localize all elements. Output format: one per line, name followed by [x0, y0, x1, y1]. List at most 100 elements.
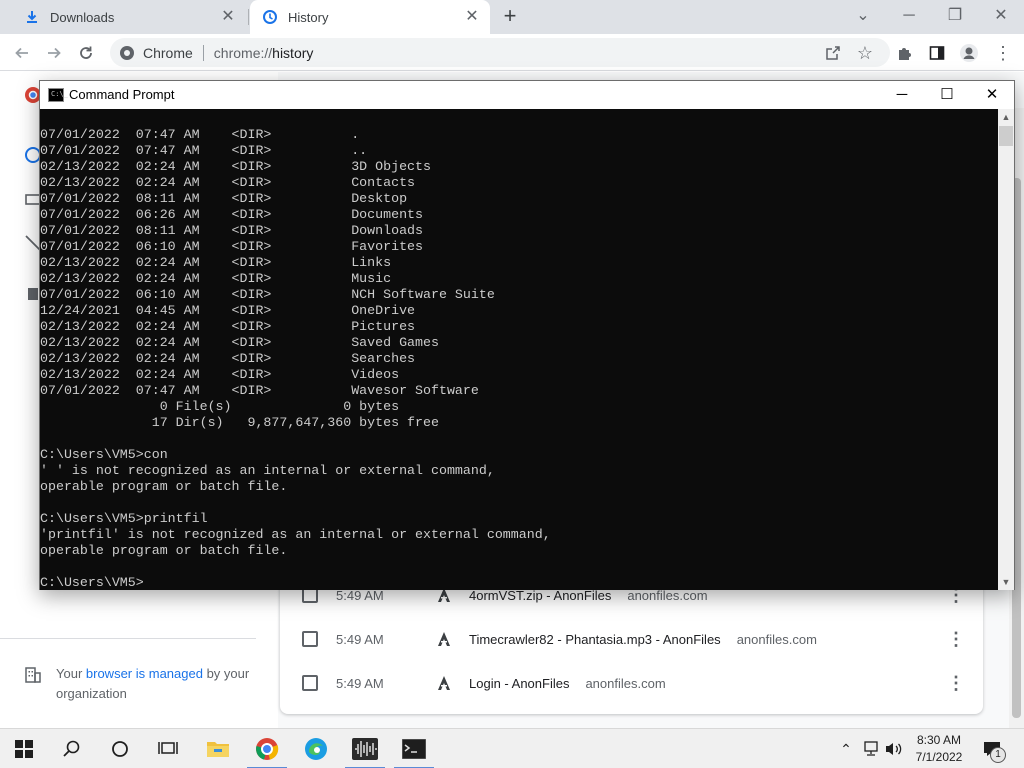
console-line: 0 File(s) 0 bytes: [40, 399, 400, 414]
chevron-up-icon[interactable]: ⌃: [836, 739, 856, 759]
address-bar[interactable]: Chrome chrome:// history: [110, 38, 890, 67]
console-line: 02/13/2022 02:24 AM <DIR> Contacts: [40, 175, 416, 190]
managed-browser-link[interactable]: browser is managed: [86, 666, 203, 681]
scroll-down-arrow-icon[interactable]: ▼: [998, 574, 1014, 590]
history-list-card: 5:49 AM 4ormVST.zip - AnonFiles anonfiles…: [280, 572, 983, 714]
file-explorer-icon[interactable]: [194, 729, 242, 768]
url-scheme: chrome://: [213, 44, 273, 61]
console-line: C:\Users\VM5>printfil: [40, 511, 208, 526]
console-line: 02/13/2022 02:24 AM <DIR> Searches: [40, 351, 416, 366]
history-entry[interactable]: 5:49 AM Timecrawler82 - Phantasia.mp3 - …: [280, 617, 983, 661]
console-line: ' ' is not recognized as an internal or …: [40, 463, 495, 478]
cmd-scroll-thumb[interactable]: [999, 126, 1013, 146]
entry-time: 5:49 AM: [336, 631, 384, 647]
task-view-icon[interactable]: [144, 729, 192, 768]
cmd-maximize-button[interactable]: ☐: [924, 81, 970, 109]
cmd-close-button[interactable]: ✕: [969, 81, 1015, 109]
notification-count-badge: 1: [990, 747, 1006, 763]
search-icon[interactable]: [48, 729, 96, 768]
console-output[interactable]: 07/01/2022 07:47 AM <DIR> . 07/01/2022 07…: [40, 109, 998, 590]
entry-more-icon[interactable]: ⋮: [947, 673, 965, 693]
console-line: C:\Users\VM5>con: [40, 447, 168, 462]
more-menu-icon[interactable]: ⋮: [990, 40, 1016, 66]
console-line: 07/01/2022 07:47 AM <DIR> .: [40, 127, 360, 142]
console-line: 02/13/2022 02:24 AM <DIR> Saved Games: [40, 335, 439, 350]
windows-taskbar: ⌃ 8:30 AM 7/1/2022 1: [0, 728, 1024, 768]
network-icon[interactable]: [862, 739, 882, 759]
anonfiles-favicon-icon: [438, 676, 450, 690]
console-line: 07/01/2022 08:11 AM <DIR> Downloads: [40, 223, 424, 238]
download-icon: [24, 9, 40, 25]
cmd-taskbar-icon[interactable]: [390, 729, 438, 768]
entry-time: 5:49 AM: [336, 675, 384, 691]
tab-downloads[interactable]: Downloads ✕: [10, 0, 246, 34]
console-line: 07/01/2022 07:47 AM <DIR> ..: [40, 143, 368, 158]
tab-label: Downloads: [50, 9, 115, 25]
console-line: 02/13/2022 02:24 AM <DIR> Pictures: [40, 319, 416, 334]
close-tab-icon[interactable]: ✕: [220, 9, 236, 25]
entry-domain: anonfiles.com: [736, 631, 817, 647]
managed-prefix: Your: [56, 666, 86, 681]
bookmark-star-icon[interactable]: ☆: [852, 40, 878, 66]
chrome-taskbar-icon[interactable]: [243, 729, 291, 768]
close-window-button[interactable]: ✕: [978, 2, 1024, 30]
console-line: 07/01/2022 08:11 AM <DIR> Desktop: [40, 191, 408, 206]
extensions-puzzle-icon[interactable]: [892, 40, 918, 66]
browser-tab-strip: Downloads ✕ History ✕ + ⌄ ─ ❐ ✕: [0, 0, 1024, 34]
console-line: operable program or batch file.: [40, 479, 288, 494]
tab-history[interactable]: History ✕: [250, 0, 490, 34]
side-panel-icon[interactable]: [924, 40, 950, 66]
cmd-titlebar[interactable]: C:\_ Command Prompt ─ ☐ ✕: [40, 81, 1014, 109]
forward-arrow-icon[interactable]: [41, 40, 67, 66]
close-tab-icon[interactable]: ✕: [464, 9, 480, 25]
entry-domain: anonfiles.com: [585, 675, 666, 691]
reload-icon[interactable]: [73, 40, 99, 66]
anonfiles-favicon-icon: [438, 632, 450, 646]
console-line: 02/13/2022 02:24 AM <DIR> Music: [40, 271, 392, 286]
building-icon: [25, 667, 41, 683]
entry-title[interactable]: Login - AnonFiles: [469, 676, 569, 691]
console-line: 07/01/2022 06:10 AM <DIR> Favorites: [40, 239, 424, 254]
site-label: Chrome: [143, 44, 193, 61]
cmd-scrollbar[interactable]: ▲ ▼: [998, 109, 1014, 590]
new-tab-button[interactable]: +: [498, 5, 522, 29]
volume-icon[interactable]: [884, 739, 904, 759]
restore-button[interactable]: ❐: [932, 2, 978, 30]
profile-avatar-icon[interactable]: [956, 40, 982, 66]
back-arrow-icon[interactable]: [9, 40, 35, 66]
edge-icon[interactable]: [292, 729, 340, 768]
console-line: 07/01/2022 07:47 AM <DIR> Wavesor Softwa…: [40, 383, 479, 398]
url-host: history: [272, 44, 314, 61]
console-lines: 07/01/2022 07:47 AM <DIR> . 07/01/2022 07…: [40, 127, 998, 590]
scroll-up-arrow-icon[interactable]: ▲: [998, 109, 1014, 125]
console-line: 12/24/2021 04:45 AM <DIR> OneDrive: [40, 303, 416, 318]
audio-editor-icon[interactable]: [341, 729, 389, 768]
entry-checkbox[interactable]: [302, 675, 318, 691]
console-line: 02/13/2022 02:24 AM <DIR> 3D Objects: [40, 159, 431, 174]
cmd-window-title: Command Prompt: [69, 87, 175, 102]
cmd-minimize-button[interactable]: ─: [879, 81, 925, 109]
history-entry[interactable]: 5:49 AM Login - AnonFiles anonfiles.com ⋮: [280, 661, 983, 705]
console-line: 'printfil' is not recognized as an inter…: [40, 527, 551, 542]
tab-label: History: [288, 9, 329, 25]
entry-more-icon[interactable]: ⋮: [947, 629, 965, 649]
entry-title[interactable]: Timecrawler82 - Phantasia.mp3 - AnonFile…: [469, 632, 721, 647]
cortana-icon[interactable]: [96, 729, 144, 768]
console-line: 07/01/2022 06:26 AM <DIR> Documents: [40, 207, 424, 222]
console-line: 17 Dir(s) 9,877,647,360 bytes free: [40, 415, 439, 430]
share-icon[interactable]: [820, 40, 846, 66]
command-prompt-window[interactable]: C:\_ Command Prompt ─ ☐ ✕ 07/01/2022 07:…: [39, 80, 1015, 590]
console-line: 07/01/2022 06:10 AM <DIR> NCH Software S…: [40, 287, 495, 302]
system-clock[interactable]: 8:30 AM 7/1/2022: [904, 732, 974, 766]
minimize-button[interactable]: ─: [886, 2, 932, 30]
cmd-app-icon: C:\_: [48, 88, 68, 102]
tab-search-icon[interactable]: ⌄: [840, 2, 886, 30]
clock-date: 7/1/2022: [915, 750, 963, 764]
start-button[interactable]: [0, 729, 48, 768]
tab-divider: [248, 9, 249, 25]
entry-checkbox[interactable]: [302, 631, 318, 647]
clock-time: 8:30 AM: [916, 733, 962, 747]
